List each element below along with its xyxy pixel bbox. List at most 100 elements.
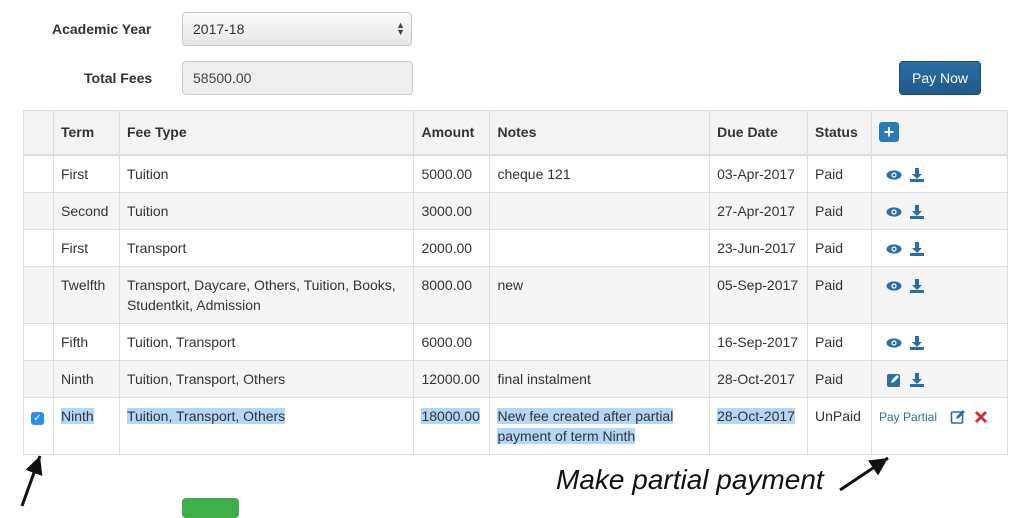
view-icon[interactable] (886, 278, 902, 294)
notes-cell: final instalment (489, 359, 711, 398)
row-select-cell[interactable] (23, 154, 54, 193)
term-cell: Second (52, 191, 120, 230)
notes-cell (489, 191, 711, 230)
status-cell: Paid (806, 265, 872, 324)
table-row: Ninth Tuition, Transport, Others 12000.00 f… (23, 359, 1009, 398)
academic-year-value: 2017-18 (193, 21, 245, 37)
amount-cell: 2000.00 (413, 228, 491, 267)
row-select-cell[interactable] (23, 359, 54, 398)
due-date-cell: 05-Sep-2017 (709, 265, 808, 324)
fee-type-cell: Transport, Daycare, Others, Tuition, Boo… (118, 265, 415, 324)
row-select-cell[interactable]: ✓ (23, 396, 54, 455)
header-due-date: Due Date (709, 110, 808, 156)
table-row: ✓ Ninth Tuition, Transport, Others 18000.00… (23, 396, 1009, 455)
row-checkbox[interactable]: ✓ (31, 411, 44, 425)
amount-cell: 12000.00 (413, 359, 491, 398)
actions-cell (870, 228, 1009, 267)
amount-cell: 6000.00 (413, 322, 491, 361)
due-date-cell: 27-Apr-2017 (709, 191, 808, 230)
row-select-cell[interactable] (23, 228, 54, 267)
view-icon[interactable] (886, 167, 902, 183)
status-cell: UnPaid (806, 396, 872, 455)
status-cell: Paid (806, 228, 872, 267)
amount-cell: 18000.00 (413, 396, 491, 455)
actions-cell (870, 359, 1009, 398)
add-fee-icon[interactable]: + (878, 121, 899, 142)
header-select (23, 110, 54, 156)
table-header-row: Term Fee Type Amount Notes Due Date Stat… (23, 110, 1009, 156)
amount-cell: 5000.00 (413, 154, 491, 193)
row-select-cell[interactable] (23, 191, 54, 230)
term-cell: First (52, 228, 120, 267)
row-select-cell[interactable] (23, 265, 54, 324)
status-cell: Paid (806, 154, 872, 193)
term-cell: Twelfth (52, 265, 120, 324)
select-arrows-icon: ▲ ▼ (396, 20, 405, 37)
edit-icon[interactable] (950, 409, 966, 425)
status-cell: Paid (806, 359, 872, 398)
view-icon[interactable] (886, 241, 902, 257)
term-cell: Ninth (52, 359, 120, 398)
actions-cell (870, 322, 1009, 361)
submit-button[interactable] (182, 498, 239, 518)
fee-type-cell: Transport (118, 228, 415, 267)
arrow-to-pay-partial (839, 456, 889, 492)
actions-cell (870, 191, 1009, 230)
pay-now-button[interactable]: Pay Now (899, 61, 981, 95)
actions-cell (870, 265, 1009, 324)
academic-year-select[interactable]: 2017-18 ▲ ▼ (182, 12, 412, 46)
arrow-to-checkbox (20, 455, 43, 507)
header-status: Status (806, 110, 872, 156)
header-fee-type: Fee Type (118, 110, 415, 156)
pay-partial-link[interactable]: Pay Partial (879, 410, 937, 424)
actions-cell: Pay Partial (870, 396, 1009, 455)
fee-type-cell: Tuition (118, 154, 415, 193)
fee-type-cell: Tuition (118, 191, 415, 230)
edit-icon[interactable] (886, 372, 902, 388)
table-row: Second Tuition 3000.00 27-Apr-2017 Paid (23, 191, 1009, 230)
download-icon[interactable] (909, 372, 925, 388)
due-date-cell: 28-Oct-2017 (709, 359, 808, 398)
view-icon[interactable] (886, 335, 902, 351)
status-cell: Paid (806, 191, 872, 230)
download-icon[interactable] (909, 204, 925, 220)
due-date-cell: 03-Apr-2017 (709, 154, 808, 193)
notes-cell: New fee created after partial payment of… (489, 396, 711, 455)
annotation-text: Make partial payment (556, 464, 824, 495)
status-cell: Paid (806, 322, 872, 361)
download-icon[interactable] (909, 167, 925, 183)
download-icon[interactable] (909, 241, 925, 257)
actions-cell (870, 154, 1009, 193)
table-row: First Tuition 5000.00 cheque 121 03-Apr-2017… (23, 154, 1009, 193)
academic-year-label: Academic Year (52, 21, 152, 37)
term-cell: First (52, 154, 120, 193)
term-cell: Fifth (52, 322, 120, 361)
amount-cell: 3000.00 (413, 191, 491, 230)
table-row: Fifth Tuition, Transport 6000.00 16-Sep-201… (23, 322, 1009, 361)
download-icon[interactable] (909, 278, 925, 294)
notes-cell: new (489, 265, 711, 324)
total-fees-label: Total Fees (84, 70, 153, 86)
fee-type-cell: Tuition, Transport (118, 322, 415, 361)
notes-cell (489, 228, 711, 267)
due-date-cell: 23-Jun-2017 (709, 228, 808, 267)
total-fees-field: 58500.00 (182, 61, 413, 95)
header-term: Term (52, 110, 120, 156)
table-row: First Transport 2000.00 23-Jun-2017 Paid (23, 228, 1009, 267)
notes-cell: cheque 121 (489, 154, 711, 193)
term-cell: Ninth (52, 396, 120, 455)
fees-table: Term Fee Type Amount Notes Due Date Stat… (23, 110, 1009, 455)
download-icon[interactable] (909, 335, 925, 351)
due-date-cell: 16-Sep-2017 (709, 322, 808, 361)
notes-cell (489, 322, 711, 361)
view-icon[interactable] (886, 204, 902, 220)
row-select-cell[interactable] (23, 322, 54, 361)
header-actions: + (870, 110, 1009, 156)
header-amount: Amount (413, 110, 491, 156)
fee-type-cell: Tuition, Transport, Others (118, 396, 415, 455)
fee-type-cell: Tuition, Transport, Others (118, 359, 415, 398)
due-date-cell: 28-Oct-2017 (709, 396, 808, 455)
table-row: Twelfth Transport, Daycare, Others, Tuiti… (23, 265, 1009, 324)
header-notes: Notes (489, 110, 711, 156)
delete-icon[interactable] (973, 409, 989, 425)
